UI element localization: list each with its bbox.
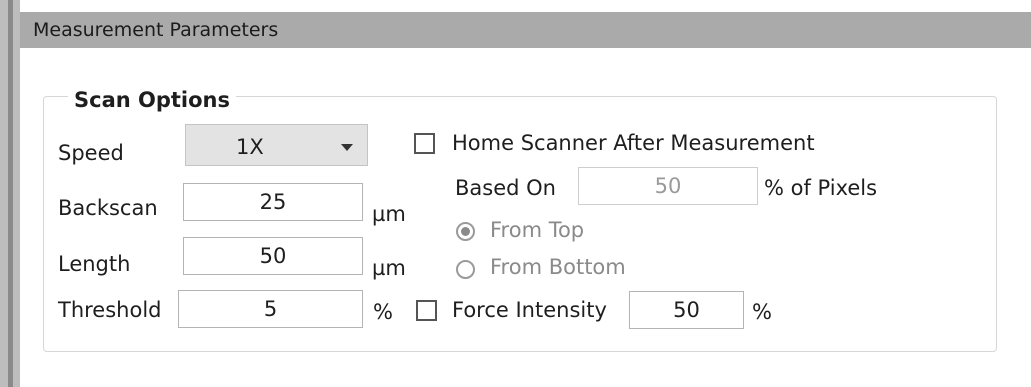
scan-options-title: Scan Options	[68, 88, 237, 112]
based-on-label: Based On	[455, 176, 556, 200]
based-on-input[interactable]: 50	[578, 167, 758, 205]
force-intensity-label: Force Intensity	[452, 298, 607, 322]
based-on-unit: % of Pixels	[764, 176, 878, 200]
left-border-bar	[0, 0, 20, 387]
backscan-unit: µm	[372, 202, 406, 226]
length-input[interactable]: 50	[183, 237, 363, 275]
force-intensity-unit: %	[752, 300, 772, 324]
backscan-label: Backscan	[58, 196, 158, 220]
home-scanner-label: Home Scanner After Measurement	[452, 131, 815, 155]
panel-header: Measurement Parameters	[20, 12, 1031, 49]
from-top-label: From Top	[490, 218, 585, 242]
speed-label: Speed	[58, 141, 124, 165]
from-top-radio[interactable]	[456, 222, 475, 241]
force-intensity-checkbox[interactable]	[416, 300, 437, 321]
from-bottom-radio[interactable]	[456, 260, 475, 279]
chevron-down-icon	[341, 144, 353, 151]
speed-dropdown[interactable]: 1X	[185, 124, 368, 166]
threshold-label: Threshold	[58, 298, 162, 322]
panel-title: Measurement Parameters	[33, 19, 279, 41]
length-unit: µm	[372, 256, 406, 280]
threshold-input[interactable]: 5	[178, 290, 363, 328]
left-border-line	[8, 0, 13, 387]
force-intensity-input[interactable]: 50	[629, 291, 744, 329]
length-label: Length	[58, 252, 131, 276]
home-scanner-checkbox[interactable]	[414, 133, 435, 154]
radio-selected-dot	[461, 227, 470, 236]
backscan-input[interactable]: 25	[183, 183, 363, 221]
threshold-unit: %	[373, 300, 393, 324]
from-bottom-label: From Bottom	[490, 255, 626, 279]
speed-value: 1X	[236, 135, 264, 159]
